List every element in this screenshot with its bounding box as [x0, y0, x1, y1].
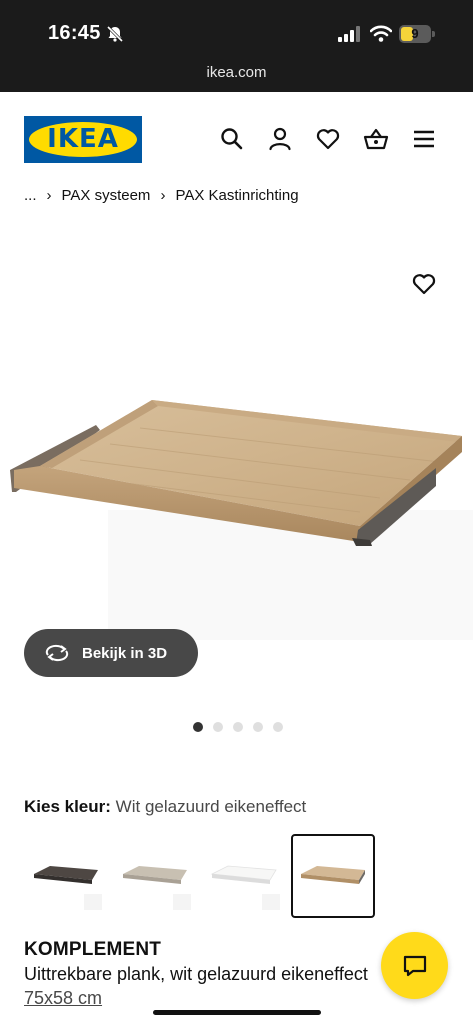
breadcrumb-item-pax-kastinrichting[interactable]: PAX Kastinrichting: [175, 187, 298, 204]
browser-top-bar: 16:45 9 ikea.com: [0, 0, 473, 92]
view-in-3d-button[interactable]: Bekijk in 3D: [24, 629, 198, 677]
chat-icon: [403, 955, 426, 976]
add-to-favorites-heart-icon[interactable]: [410, 270, 438, 298]
ikea-logo[interactable]: IKEA: [24, 116, 142, 163]
url-bar[interactable]: ikea.com: [0, 64, 473, 81]
breadcrumb-item-pax-systeem[interactable]: PAX systeem: [62, 187, 151, 204]
status-time: 16:45: [48, 22, 101, 44]
chevron-right-icon: ›: [46, 187, 52, 204]
signal-icon: [338, 26, 360, 42]
gallery-pagination: [193, 722, 283, 732]
chevron-right-icon: ›: [160, 187, 166, 204]
logo-text: IKEA: [47, 124, 119, 154]
menu-icon[interactable]: [411, 126, 437, 152]
home-indicator[interactable]: [153, 1010, 321, 1015]
product-name: KOMPLEMENT: [24, 939, 162, 960]
basket-icon[interactable]: [363, 126, 389, 152]
gallery-dot-1[interactable]: [193, 722, 203, 732]
gallery-dot-3[interactable]: [233, 722, 243, 732]
bell-off-icon: [106, 25, 124, 43]
gallery-dot-4[interactable]: [253, 722, 263, 732]
color-swatch-dark-brown[interactable]: [24, 834, 108, 918]
breadcrumb-ellipsis[interactable]: ...: [24, 187, 37, 204]
rotate-3d-icon: [45, 644, 69, 662]
battery-icon: 9: [399, 25, 435, 43]
color-selection: Kies kleur: Wit gelazuurd eikeneffect: [24, 797, 306, 817]
color-swatch-beige[interactable]: [113, 834, 197, 918]
gallery-dot-5[interactable]: [273, 722, 283, 732]
chat-button[interactable]: [381, 932, 448, 999]
color-value: Wit gelazuurd eikeneffect: [115, 797, 307, 816]
wifi-icon: [370, 25, 392, 42]
search-icon[interactable]: [219, 126, 245, 152]
view-in-3d-label: Bekijk in 3D: [82, 644, 168, 662]
battery-level: 9: [411, 26, 419, 41]
product-image[interactable]: [0, 230, 473, 650]
color-label: Kies kleur:: [24, 797, 111, 816]
color-swatch-white[interactable]: [202, 834, 286, 918]
account-icon[interactable]: [267, 126, 293, 152]
heart-icon[interactable]: [315, 126, 341, 152]
product-description: Uittrekbare plank, wit gelazuurd eikenef…: [24, 964, 368, 984]
breadcrumb: ... › PAX systeem › PAX Kastinrichting: [24, 187, 299, 204]
gallery-dot-2[interactable]: [213, 722, 223, 732]
color-swatch-white-stained-oak[interactable]: [291, 834, 375, 918]
product-size-link[interactable]: 75x58 cm: [24, 988, 102, 1009]
